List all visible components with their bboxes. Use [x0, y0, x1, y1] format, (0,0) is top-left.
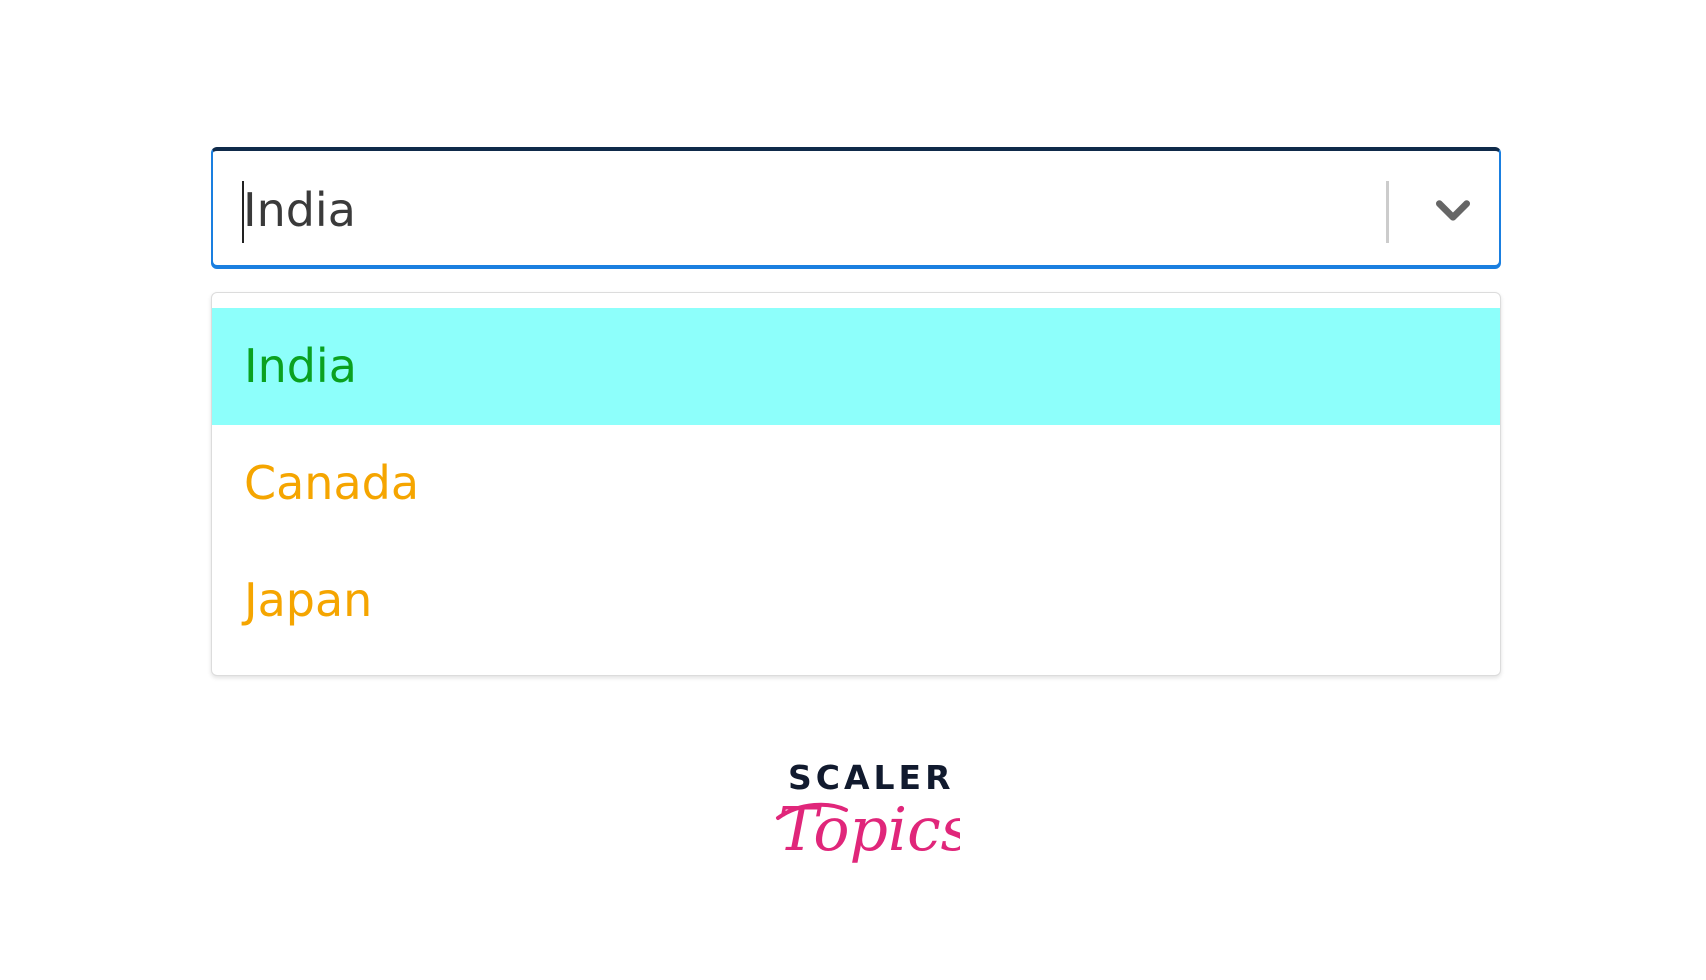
select-value[interactable]: India — [243, 179, 356, 241]
scaler-topics-logo: SCALER Topics — [760, 758, 960, 888]
option-label: Japan — [244, 573, 373, 627]
dropdown-menu: India Canada Japan — [211, 292, 1501, 676]
logo-script-topics: Topics — [776, 795, 960, 865]
chevron-down-icon — [1435, 200, 1471, 221]
menu-option-canada[interactable]: Canada — [212, 425, 1500, 542]
dropdown-indicator-button[interactable] — [1413, 173, 1493, 249]
country-select[interactable]: India — [211, 147, 1501, 267]
option-label: Canada — [244, 456, 420, 510]
menu-option-india[interactable]: India — [212, 308, 1500, 425]
indicator-separator — [1386, 181, 1389, 243]
option-label: India — [244, 339, 357, 393]
page: India India Canada Japan SCALER Topics — [0, 0, 1706, 980]
menu-list: India Canada Japan — [212, 308, 1500, 659]
menu-option-japan[interactable]: Japan — [212, 542, 1500, 659]
